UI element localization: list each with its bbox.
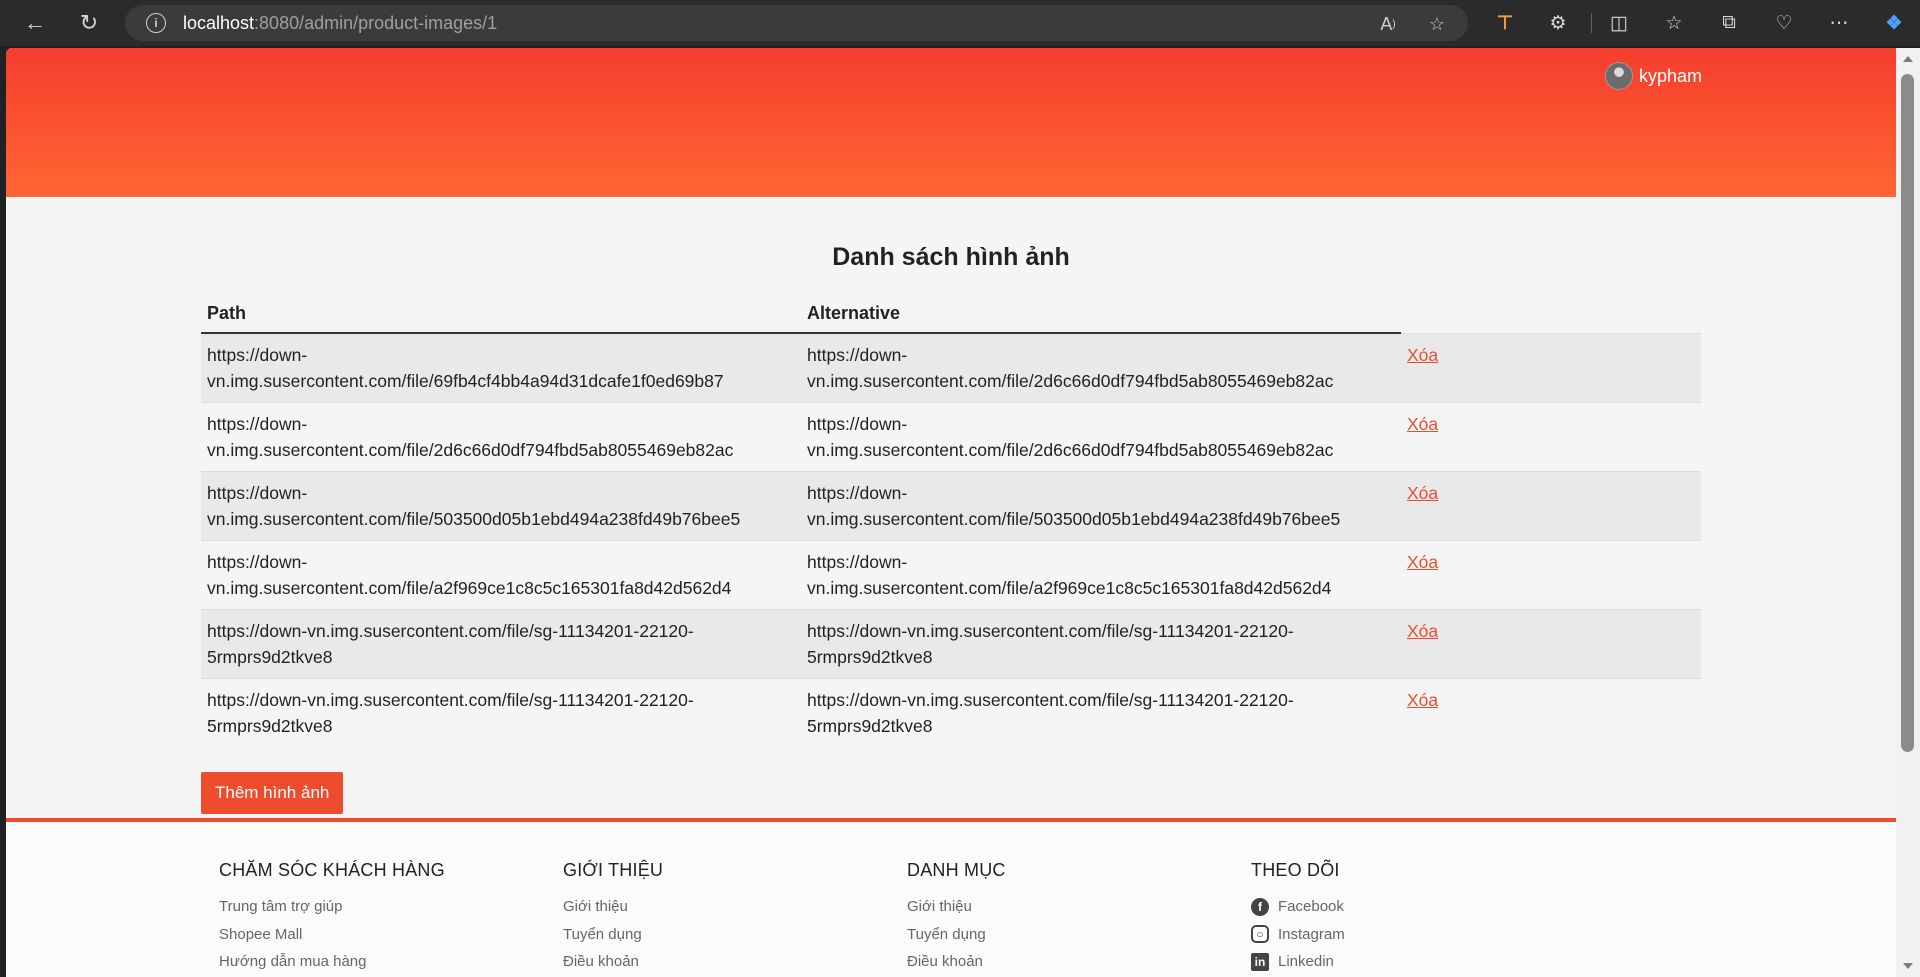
page-title: Danh sách hình ảnh (832, 243, 1070, 271)
page-scrollbar[interactable] (1896, 48, 1920, 977)
footer-link-label: Facebook (1278, 898, 1344, 916)
alt-cell: https://down-vn.img.susercontent.com/fil… (801, 332, 1401, 403)
refresh-icon[interactable]: ↻ (74, 8, 104, 38)
site-footer: CHĂM SÓC KHÁCH HÀNG Trung tâm trợ giúp S… (6, 818, 1896, 977)
footer-link[interactable]: Giới thiệu (907, 893, 1006, 921)
extension-icon[interactable]: ⚙ (1543, 8, 1573, 38)
alt-cell: https://down-vn.img.susercontent.com/fil… (801, 471, 1401, 541)
main-content: Danh sách hình ảnh Path Alternative http… (6, 197, 1896, 814)
linkedin-icon: in (1251, 952, 1269, 971)
footer-link[interactable]: Shopee Mall (219, 921, 445, 949)
column-header-path: Path (201, 294, 801, 334)
footer-link-facebook[interactable]: f Facebook (1251, 893, 1345, 921)
delete-link[interactable]: Xóa (1407, 483, 1438, 503)
scrollbar-thumb[interactable] (1901, 74, 1914, 752)
copilot-icon[interactable]: ❖ (1879, 8, 1909, 38)
table-header-row: Path Alternative (201, 294, 1701, 334)
user-menu[interactable]: kypham (1604, 62, 1702, 90)
footer-link-label: Linkedin (1278, 953, 1334, 971)
footer-column-customer-care: CHĂM SÓC KHÁCH HÀNG Trung tâm trợ giúp S… (219, 860, 445, 976)
path-cell: https://down-vn.img.susercontent.com/fil… (201, 332, 801, 403)
footer-link[interactable]: Điều khoản (907, 948, 1006, 976)
images-table: Path Alternative https://down-vn.img.sus… (201, 294, 1701, 747)
column-header-actions (1401, 294, 1701, 333)
favorites-icon[interactable]: ☆ (1659, 8, 1689, 38)
site-header: kypham (6, 48, 1896, 197)
favorite-star-icon[interactable]: ☆ (1424, 13, 1450, 35)
address-bar[interactable]: i localhost:8080/admin/product-images/1 … (125, 5, 1468, 41)
footer-link-linkedin[interactable]: in Linkedin (1251, 948, 1345, 976)
footer-link-instagram[interactable]: ○ Instagram (1251, 921, 1345, 949)
footer-link-label: Instagram (1278, 925, 1345, 943)
action-cell: Xóa (1401, 540, 1701, 610)
alt-cell: https://down-vn.img.susercontent.com/fil… (801, 540, 1401, 610)
path-cell: https://down-vn.img.susercontent.com/fil… (201, 609, 801, 679)
table-row: https://down-vn.img.susercontent.com/fil… (201, 332, 1701, 403)
footer-link[interactable]: Giới thiệu (563, 893, 663, 921)
path-cell: https://down-vn.img.susercontent.com/fil… (201, 402, 801, 472)
footer-link[interactable]: Điều khoản (563, 948, 663, 976)
action-cell: Xóa (1401, 402, 1701, 472)
url-text[interactable]: localhost:8080/admin/product-images/1 (183, 13, 497, 34)
health-icon[interactable]: ♡ (1769, 8, 1799, 38)
path-cell: https://down-vn.img.susercontent.com/fil… (201, 471, 801, 541)
instagram-icon: ○ (1251, 925, 1269, 944)
action-cell: Xóa (1401, 471, 1701, 541)
more-icon[interactable]: ⋯ (1824, 8, 1854, 38)
collections-icon[interactable]: ⧉ (1714, 8, 1744, 38)
scroll-down-arrow-icon[interactable] (1903, 963, 1913, 969)
footer-column-about: GIỚI THIỆU Giới thiệu Tuyển dụng Điều kh… (563, 860, 663, 976)
table-row: https://down-vn.img.susercontent.com/fil… (201, 402, 1701, 472)
delete-link[interactable]: Xóa (1407, 414, 1438, 434)
toolbar-divider (1591, 13, 1592, 33)
footer-link[interactable]: Trung tâm trợ giúp (219, 893, 445, 921)
table-row: https://down-vn.img.susercontent.com/fil… (201, 471, 1701, 541)
path-cell: https://down-vn.img.susercontent.com/fil… (201, 540, 801, 610)
alt-cell: https://down-vn.img.susercontent.com/fil… (801, 609, 1401, 679)
alt-cell: https://down-vn.img.susercontent.com/fil… (801, 678, 1401, 747)
footer-heading: GIỚI THIỆU (563, 860, 664, 880)
extension-orange-icon[interactable]: ⊤ (1490, 8, 1520, 38)
footer-heading: THEO DÕI (1251, 860, 1340, 880)
delete-link[interactable]: Xóa (1407, 690, 1438, 710)
delete-link[interactable]: Xóa (1407, 345, 1438, 365)
table-row: https://down-vn.img.susercontent.com/fil… (201, 678, 1701, 747)
table-row: https://down-vn.img.susercontent.com/fil… (201, 540, 1701, 610)
action-cell: Xóa (1401, 332, 1701, 403)
back-arrow-icon[interactable]: ← (20, 8, 50, 38)
column-header-alternative: Alternative (801, 294, 1401, 334)
action-cell: Xóa (1401, 609, 1701, 679)
add-image-button[interactable]: Thêm hình ảnh (201, 772, 344, 814)
split-screen-icon[interactable]: ◫ (1604, 8, 1634, 38)
action-cell: Xóa (1401, 678, 1701, 747)
footer-column-categories: DANH MỤC Giới thiệu Tuyển dụng Điều khoả… (907, 860, 1006, 976)
info-icon[interactable]: i (146, 13, 166, 33)
footer-link[interactable]: Tuyển dụng (563, 921, 663, 949)
page-viewport: kypham Danh sách hình ảnh Path Alternati… (6, 48, 1896, 977)
alt-cell: https://down-vn.img.susercontent.com/fil… (801, 402, 1401, 472)
delete-link[interactable]: Xóa (1407, 621, 1438, 641)
footer-heading: DANH MỤC (907, 860, 1006, 880)
facebook-icon: f (1251, 897, 1269, 916)
read-aloud-icon[interactable]: A) (1375, 13, 1401, 35)
footer-link[interactable]: Hướng dẫn mua hàng (219, 948, 445, 976)
path-cell: https://down-vn.img.susercontent.com/fil… (201, 678, 801, 747)
scroll-up-arrow-icon[interactable] (1903, 56, 1913, 62)
delete-link[interactable]: Xóa (1407, 552, 1438, 572)
footer-link[interactable]: Tuyển dụng (907, 921, 1006, 949)
avatar (1604, 62, 1633, 90)
browser-toolbar: ← ↻ i localhost:8080/admin/product-image… (0, 0, 1920, 46)
footer-column-follow: THEO DÕI f Facebook ○ Instagram in Linke… (1251, 860, 1345, 976)
table-row: https://down-vn.img.susercontent.com/fil… (201, 609, 1701, 679)
username: kypham (1638, 65, 1702, 86)
footer-heading: CHĂM SÓC KHÁCH HÀNG (219, 860, 445, 880)
images-table-wrap: Path Alternative https://down-vn.img.sus… (201, 294, 1701, 747)
